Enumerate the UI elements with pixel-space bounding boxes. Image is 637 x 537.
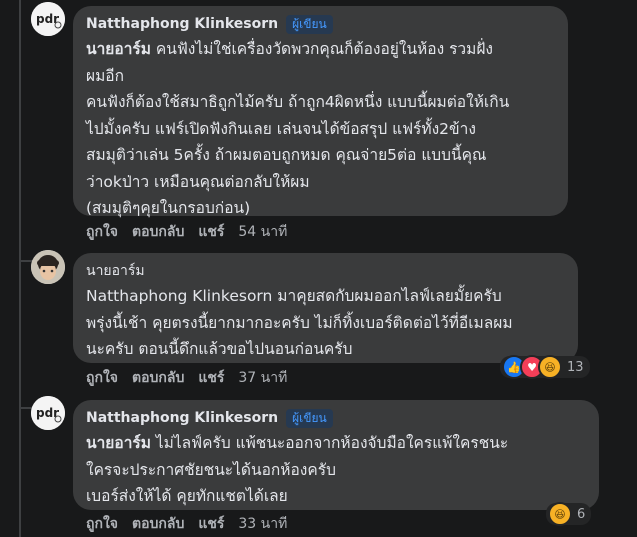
author-badge: ผู้เขียน [286, 408, 333, 428]
comment-author[interactable]: Natthaphong Klinkesorn [86, 410, 278, 426]
mention-link[interactable]: นายอาร์ม [86, 434, 151, 452]
comment-item: pdr Natthaphong Klinkesorn ผู้เขียน นายอ… [0, 0, 637, 537]
timestamp[interactable]: 33 นาที [238, 513, 287, 535]
comment-bubble: Natthaphong Klinkesorn ผู้เขียน นายอาร์ม… [73, 400, 599, 510]
haha-icon: 😆 [548, 502, 572, 526]
share-button[interactable]: แชร์ [198, 513, 224, 535]
comment-text: นายอาร์ม ไม่ไลฟ์ครับ แพ้ชนะออกจากห้องจับ… [86, 434, 509, 505]
avatar[interactable]: pdr [31, 396, 65, 430]
reaction-count: 6 [577, 506, 586, 522]
like-button[interactable]: ถูกใจ [86, 513, 118, 535]
reaction-summary[interactable]: 😆 6 [546, 502, 592, 526]
comment-actions: ถูกใจ ตอบกลับ แชร์ 33 นาที [86, 514, 287, 534]
reply-button[interactable]: ตอบกลับ [132, 513, 184, 535]
